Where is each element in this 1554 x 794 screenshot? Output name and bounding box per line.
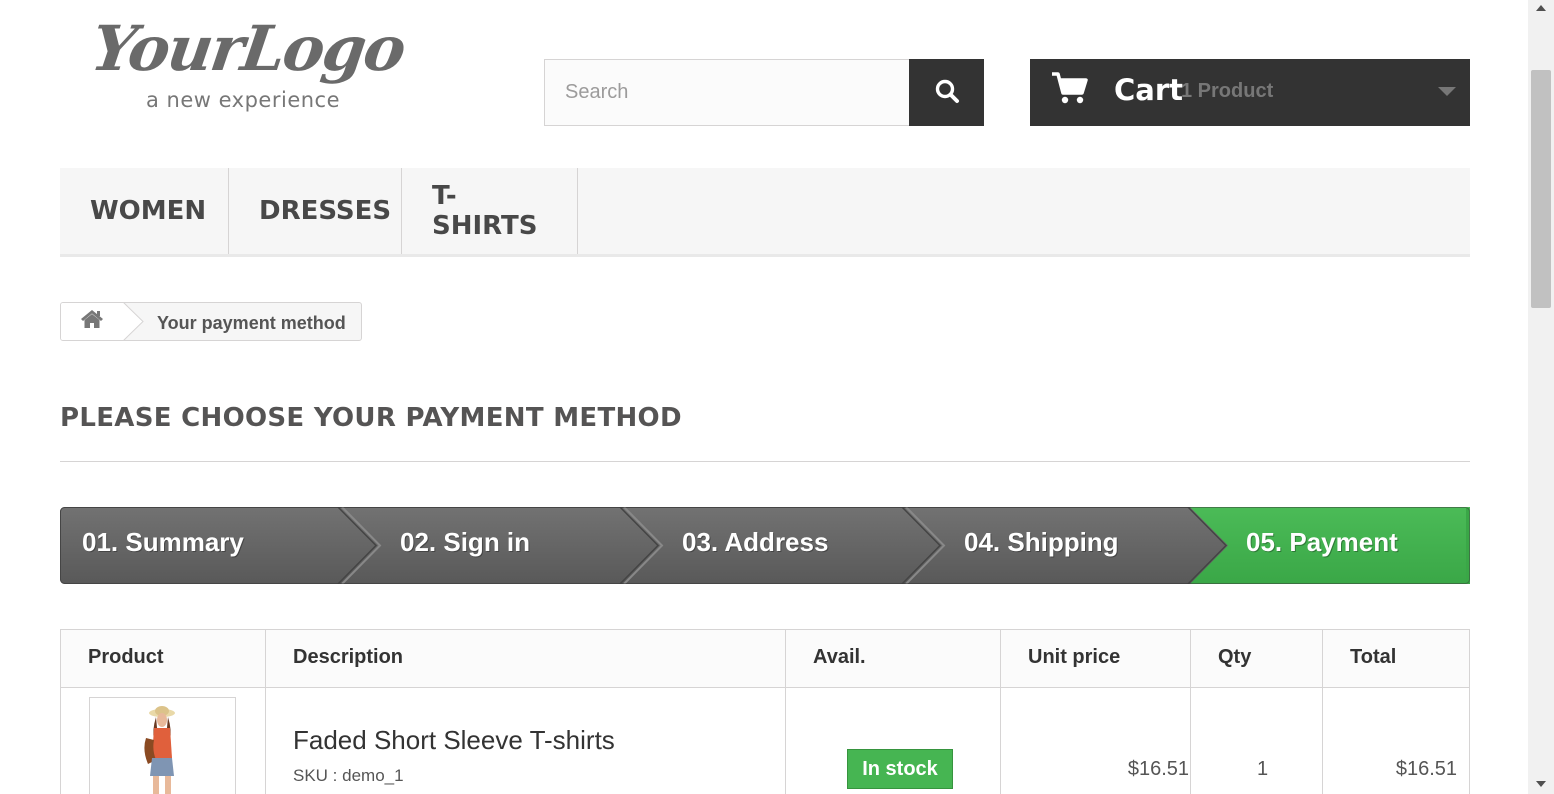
product-sku: SKU : demo_1 xyxy=(293,766,404,785)
vertical-scrollbar[interactable] xyxy=(1528,0,1554,794)
search-button[interactable] xyxy=(909,59,984,126)
column-divider xyxy=(785,630,786,794)
product-thumbnail[interactable] xyxy=(89,697,236,794)
caret-down-icon xyxy=(1438,87,1456,96)
unit-price: $16.51 xyxy=(1127,758,1189,780)
menu-item-t-shirts[interactable]: T-shirts xyxy=(402,168,578,254)
search-icon xyxy=(934,78,960,107)
scroll-down-icon[interactable] xyxy=(1536,781,1546,787)
home-icon xyxy=(80,308,104,335)
step-summary[interactable]: 01. Summary xyxy=(82,527,244,558)
cart-summary-table: Product Description Avail. Unit price Qt… xyxy=(60,629,1470,794)
menu-item-women[interactable]: Women xyxy=(60,168,229,254)
scroll-up-icon[interactable] xyxy=(1536,5,1546,11)
cart-title: Cart xyxy=(1114,73,1184,107)
step-sign-in[interactable]: 02. Sign in xyxy=(400,527,530,558)
header-product: Product xyxy=(88,646,164,668)
header-unit-price: Unit price xyxy=(1028,646,1121,668)
table-header xyxy=(61,630,1469,688)
header-availability: Avail. xyxy=(813,646,866,668)
step-payment: 05. Payment xyxy=(1246,527,1398,557)
step-shipping[interactable]: 04. Shipping xyxy=(964,527,1119,558)
header-qty: Qty xyxy=(1218,646,1252,668)
divider xyxy=(60,461,1470,462)
breadcrumb-current: Your payment method xyxy=(157,313,346,333)
breadcrumb-separator xyxy=(109,303,144,340)
menu-item-dresses[interactable]: Dresses xyxy=(229,168,402,254)
cart-dropdown[interactable]: Cart 1 Product xyxy=(1030,59,1470,126)
column-divider xyxy=(1322,630,1323,794)
page-title: Please choose your payment method xyxy=(60,403,682,433)
main-menu: Women Dresses T-shirts xyxy=(60,168,1470,257)
search-bar xyxy=(544,59,984,126)
header-total: Total xyxy=(1350,646,1397,668)
page: YourLogo a new experience Cart 1 Produc xyxy=(0,0,1528,794)
line-total: $16.51 xyxy=(1395,758,1457,780)
search-input[interactable] xyxy=(544,59,909,126)
cart-count: 1 Product xyxy=(1181,80,1274,102)
logo-wordmark: YourLogo xyxy=(86,12,409,85)
logo-tagline: a new experience xyxy=(146,88,341,112)
site-logo[interactable]: YourLogo a new experience xyxy=(87,12,452,118)
product-name[interactable]: Faded Short Sleeve T-shirts xyxy=(293,725,615,756)
column-divider xyxy=(1000,630,1001,794)
order-steps: 01. Summary 02. Sign in 03. Address 04. … xyxy=(60,507,1470,584)
status-badge: In stock xyxy=(847,749,953,789)
header-description: Description xyxy=(293,646,404,668)
column-divider xyxy=(265,630,266,794)
quantity: 1 xyxy=(1257,758,1269,780)
cart-icon xyxy=(1050,71,1090,112)
scrollbar-thumb[interactable] xyxy=(1531,70,1551,308)
column-divider xyxy=(1190,630,1191,794)
breadcrumb: Your payment method xyxy=(60,302,362,341)
step-address[interactable]: 03. Address xyxy=(682,527,828,558)
